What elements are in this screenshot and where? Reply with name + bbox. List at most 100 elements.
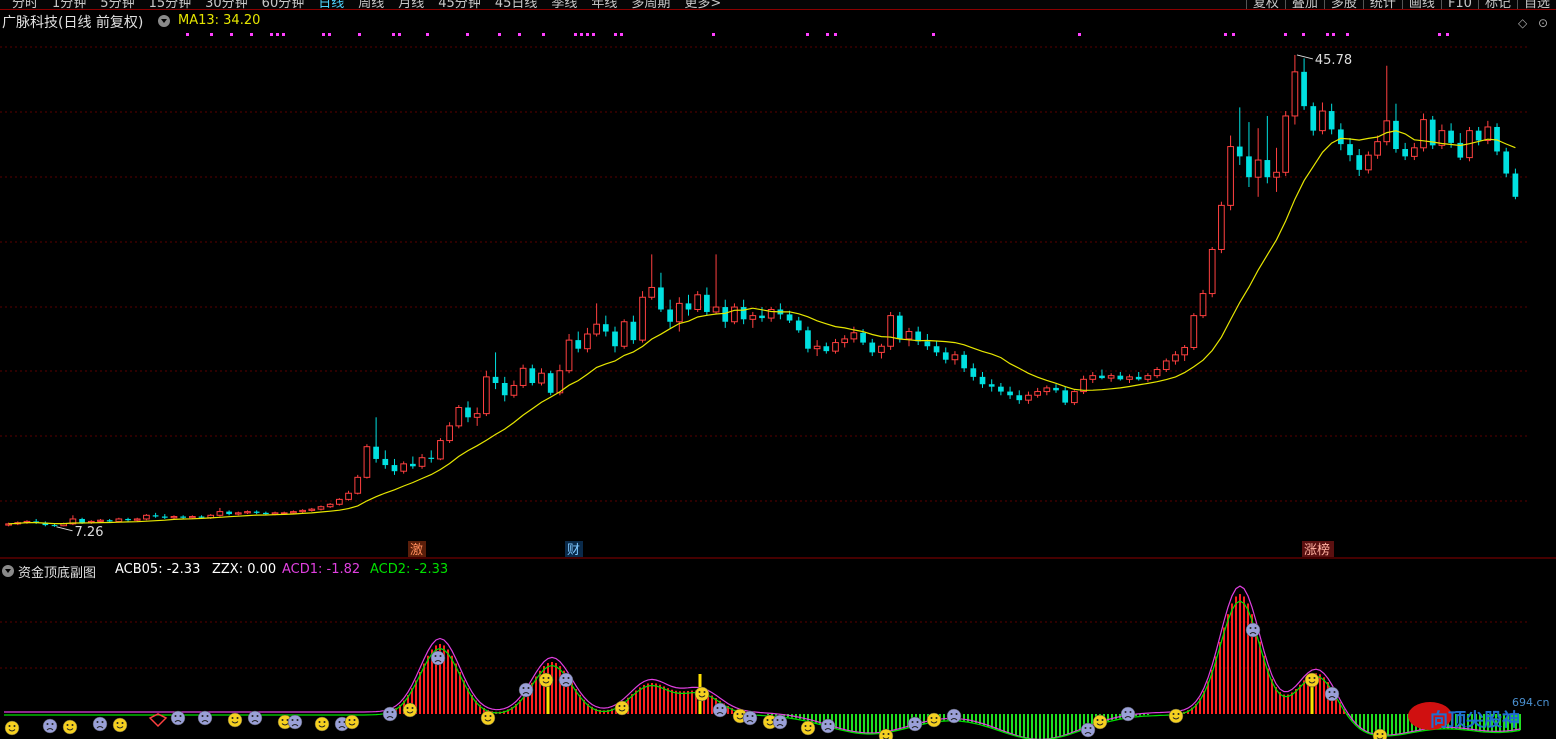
- face-eye-icon: [251, 715, 254, 717]
- smile-face-icon: [227, 712, 243, 728]
- frown-face-icon: [946, 708, 962, 724]
- candle-body-50: [465, 407, 471, 418]
- face-eye-icon: [562, 677, 565, 679]
- face-eye-icon: [318, 721, 321, 723]
- candle-body-33: [308, 508, 316, 511]
- candle-body-34: [317, 506, 325, 510]
- candle-body-110: [1016, 395, 1023, 401]
- face-eye-icon: [1084, 727, 1087, 729]
- face-eye-icon: [804, 725, 807, 727]
- candle-body-109: [1007, 391, 1013, 396]
- frown-face-icon: [907, 716, 923, 732]
- candle-body-31: [290, 511, 297, 514]
- signal-dot-24: [806, 33, 809, 36]
- candle-body-126: [1162, 360, 1170, 371]
- signal-dot-2: [230, 33, 233, 36]
- face-eye-icon: [348, 719, 351, 721]
- face-eye-icon: [71, 724, 74, 726]
- candle-body-108: [998, 386, 1004, 392]
- candle-body-60: [556, 370, 564, 394]
- signal-dot-29: [1224, 33, 1227, 36]
- candle-body-5: [51, 525, 58, 527]
- face-eye-icon: [1376, 733, 1379, 735]
- face-eye-icon: [13, 725, 16, 727]
- candle-body-19: [180, 516, 187, 518]
- signal-dot-20: [592, 33, 595, 36]
- face-eye-icon: [1172, 713, 1175, 715]
- face-eye-icon: [527, 687, 530, 689]
- signal-dot-4: [270, 33, 273, 36]
- face-eye-icon: [935, 717, 938, 719]
- frown-face-icon: [518, 682, 534, 698]
- face-eye-icon: [174, 715, 177, 717]
- candle-body-113: [1043, 387, 1051, 393]
- signal-dot-13: [466, 33, 469, 36]
- sub-indicator-dropdown-icon[interactable]: [2, 565, 14, 577]
- candle-body-120: [1107, 375, 1115, 379]
- smile-face-icon: [1304, 672, 1320, 688]
- candle-body-144: [1328, 111, 1335, 130]
- candle-body-130: [1199, 293, 1207, 317]
- candle-body-23: [216, 511, 224, 516]
- candle-body-122: [1126, 376, 1133, 380]
- candle-body-24: [226, 511, 232, 515]
- face-eye-icon: [121, 722, 124, 724]
- frown-face-icon: [430, 650, 446, 666]
- candle-body-154: [1420, 119, 1427, 149]
- candle-body-76: [704, 294, 710, 312]
- candle-body-68: [630, 321, 637, 341]
- candle-body-44: [410, 463, 416, 467]
- candle-body-16: [152, 515, 159, 517]
- signal-dot-8: [328, 33, 331, 36]
- candle-body-100: [924, 341, 931, 347]
- frown-face-icon: [772, 714, 788, 730]
- face-eye-icon: [746, 715, 749, 717]
- candle-body-135: [1246, 156, 1252, 178]
- candle-body-25: [234, 512, 242, 515]
- candle-body-57: [529, 368, 536, 383]
- candle-body-87: [805, 330, 811, 349]
- signal-dot-17: [574, 33, 577, 36]
- candle-body-115: [1062, 390, 1069, 403]
- candle-body-129: [1190, 315, 1198, 348]
- signal-dot-14: [498, 33, 501, 36]
- candle-body-136: [1254, 159, 1262, 178]
- smile-face-icon: [4, 720, 20, 736]
- face-eye-icon: [911, 721, 914, 723]
- face-eye-icon: [809, 725, 812, 727]
- candle-body-15: [143, 514, 150, 520]
- face-eye-icon: [736, 713, 739, 715]
- candle-body-111: [1025, 394, 1032, 401]
- signal-dot-31: [1284, 33, 1287, 36]
- candle-body-26: [244, 511, 251, 514]
- acd2-label: ACD2: -2.33: [370, 562, 449, 577]
- candle-body-13: [125, 518, 131, 521]
- face-eye-icon: [618, 705, 621, 707]
- candle-body-79: [731, 306, 738, 323]
- sub-chart-title: 资金顶底副图: [18, 566, 97, 581]
- candle-body-65: [602, 324, 609, 332]
- face-eye-icon: [281, 719, 284, 721]
- candle-body-163: [1503, 151, 1510, 174]
- face-eye-icon: [391, 711, 394, 713]
- face-eye-icon: [1308, 677, 1311, 679]
- candle-body-139: [1282, 115, 1290, 173]
- candle-body-152: [1402, 149, 1408, 157]
- smile-face-icon: [1092, 714, 1108, 730]
- candle-body-71: [658, 287, 664, 310]
- candle-body-99: [915, 331, 922, 342]
- candle-body-119: [1099, 375, 1105, 379]
- face-eye-icon: [766, 719, 769, 721]
- frown-face-icon: [820, 718, 836, 734]
- candle-body-39: [363, 446, 371, 478]
- candle-body-164: [1512, 173, 1519, 197]
- signal-dot-1: [210, 33, 213, 36]
- acb05-label: ACB05: -2.33: [115, 562, 201, 577]
- event-marker-2: 涨榜: [1304, 542, 1330, 558]
- candle-body-157: [1448, 130, 1454, 143]
- diamond-icon: [148, 713, 168, 728]
- face-eye-icon: [201, 715, 204, 717]
- signal-dot-26: [834, 33, 837, 36]
- candle-body-58: [538, 372, 545, 384]
- candle-body-114: [1053, 387, 1059, 391]
